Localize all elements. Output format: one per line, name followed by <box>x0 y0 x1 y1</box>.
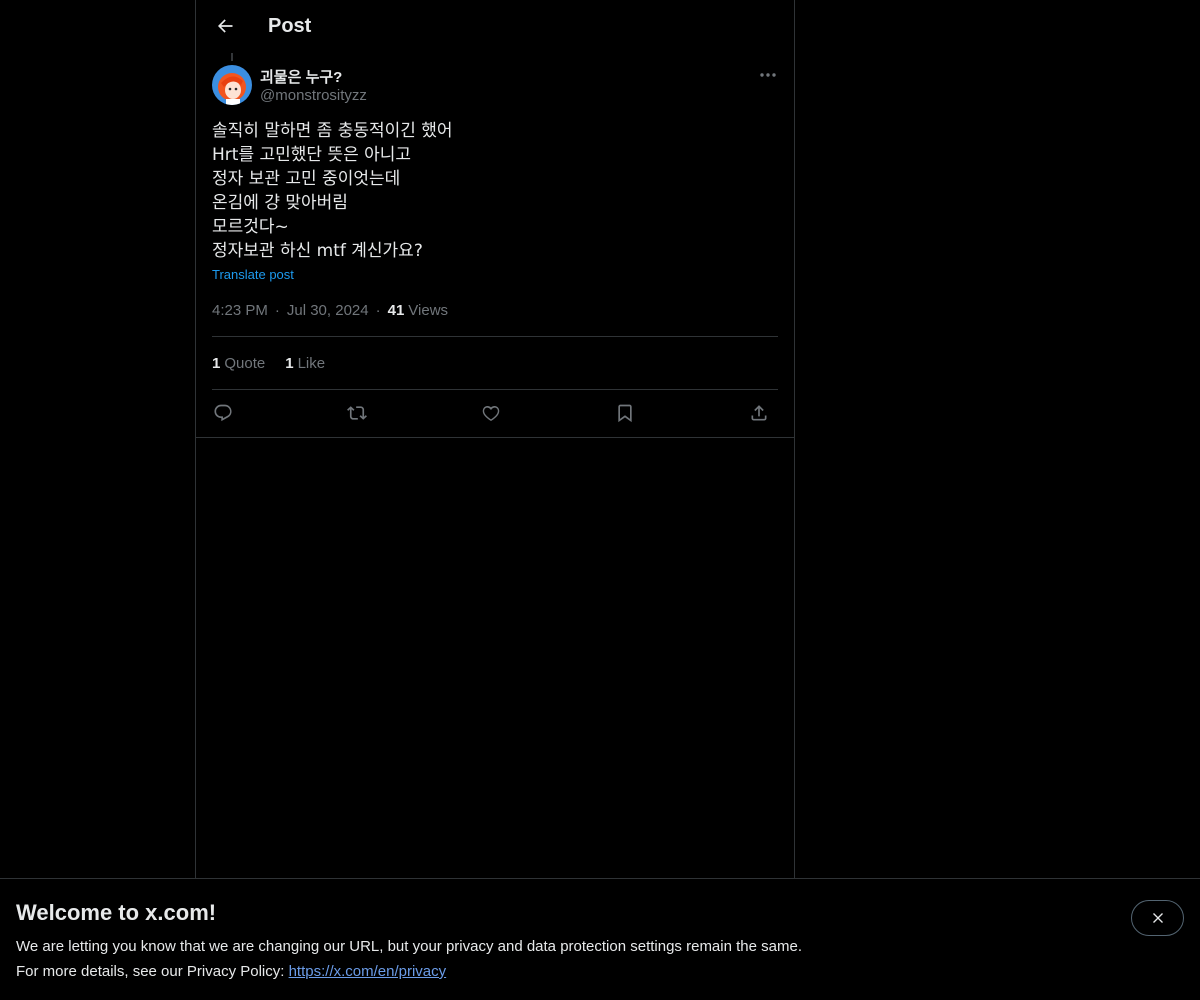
post-line: 정자보관 하신 mtf 계신가요? <box>212 241 423 261</box>
post-date[interactable]: Jul 30, 2024 <box>287 302 369 319</box>
post-line: 정자 보관 고민 중이엇는데 <box>212 169 401 189</box>
action-bar <box>212 398 778 428</box>
post-line: 모르것다~ <box>212 217 289 237</box>
author-display-name[interactable]: 괴물은 누구? <box>260 66 342 87</box>
views-count: 41 <box>387 302 405 319</box>
likes-stat[interactable]: 1 Like <box>285 355 325 372</box>
banner-privacy-line: For more details, see our Privacy Policy… <box>16 963 446 980</box>
heart-icon <box>482 405 500 421</box>
post-meta: 4:23 PM · Jul 30, 2024 · 41 Views <box>212 302 448 319</box>
views-label: Views <box>408 302 449 319</box>
url-change-banner: Welcome to x.com! We are letting you kno… <box>0 878 1200 1000</box>
bookmark-icon <box>618 404 632 423</box>
share-button[interactable] <box>744 398 774 428</box>
divider <box>212 389 778 390</box>
post-time[interactable]: 4:23 PM <box>212 302 268 319</box>
banner-privacy-prefix: For more details, see our Privacy Policy… <box>16 963 289 980</box>
bookmark-button[interactable] <box>610 398 640 428</box>
page-title: Post <box>268 15 312 37</box>
translate-post-link[interactable]: Translate post <box>212 267 294 282</box>
like-button[interactable] <box>476 398 506 428</box>
likes-count: 1 <box>285 355 294 372</box>
back-button[interactable] <box>208 9 242 43</box>
close-icon <box>1152 913 1163 923</box>
close-banner-button[interactable] <box>1131 900 1184 936</box>
post-line: 온김에 걍 맞아버림 <box>212 193 348 213</box>
post-line: Hrt를 고민했단 뜻은 아니고 <box>212 145 412 165</box>
reply-icon <box>214 404 232 422</box>
reply-button[interactable] <box>208 398 238 428</box>
avatar[interactable] <box>212 65 252 105</box>
author-handle[interactable]: @monstrosityzz <box>260 87 367 104</box>
banner-message: We are letting you know that we are chan… <box>16 938 802 955</box>
likes-label: Like <box>297 355 326 372</box>
post-line: 솔직히 말하면 좀 충동적이긴 했어 <box>212 121 453 141</box>
divider <box>196 437 794 438</box>
separator-dot: · <box>274 302 280 319</box>
quotes-label: Quote <box>224 355 266 372</box>
more-horizontal-icon <box>760 73 776 77</box>
arrow-left-icon <box>218 19 233 33</box>
thread-connector <box>231 53 233 61</box>
repost-icon <box>347 406 367 420</box>
primary-column: Post 괴물은 누구? @monstrosityzz 솔직히 말하면 좀 충동… <box>195 0 795 880</box>
quotes-stat[interactable]: 1 Quote <box>212 355 265 372</box>
quotes-count: 1 <box>212 355 221 372</box>
repost-button[interactable] <box>342 398 372 428</box>
more-button[interactable] <box>754 64 782 86</box>
page-header: Post <box>196 0 794 53</box>
banner-title: Welcome to x.com! <box>16 900 217 925</box>
share-icon <box>751 405 767 421</box>
engagement-stats: 1 Quote 1 Like <box>212 355 345 372</box>
separator-dot: · <box>375 302 381 319</box>
post-text: 솔직히 말하면 좀 충동적이긴 했어 Hrt를 고민했단 뜻은 아니고 정자 보… <box>212 119 778 263</box>
privacy-policy-link[interactable]: https://x.com/en/privacy <box>289 963 447 980</box>
divider <box>212 336 778 337</box>
